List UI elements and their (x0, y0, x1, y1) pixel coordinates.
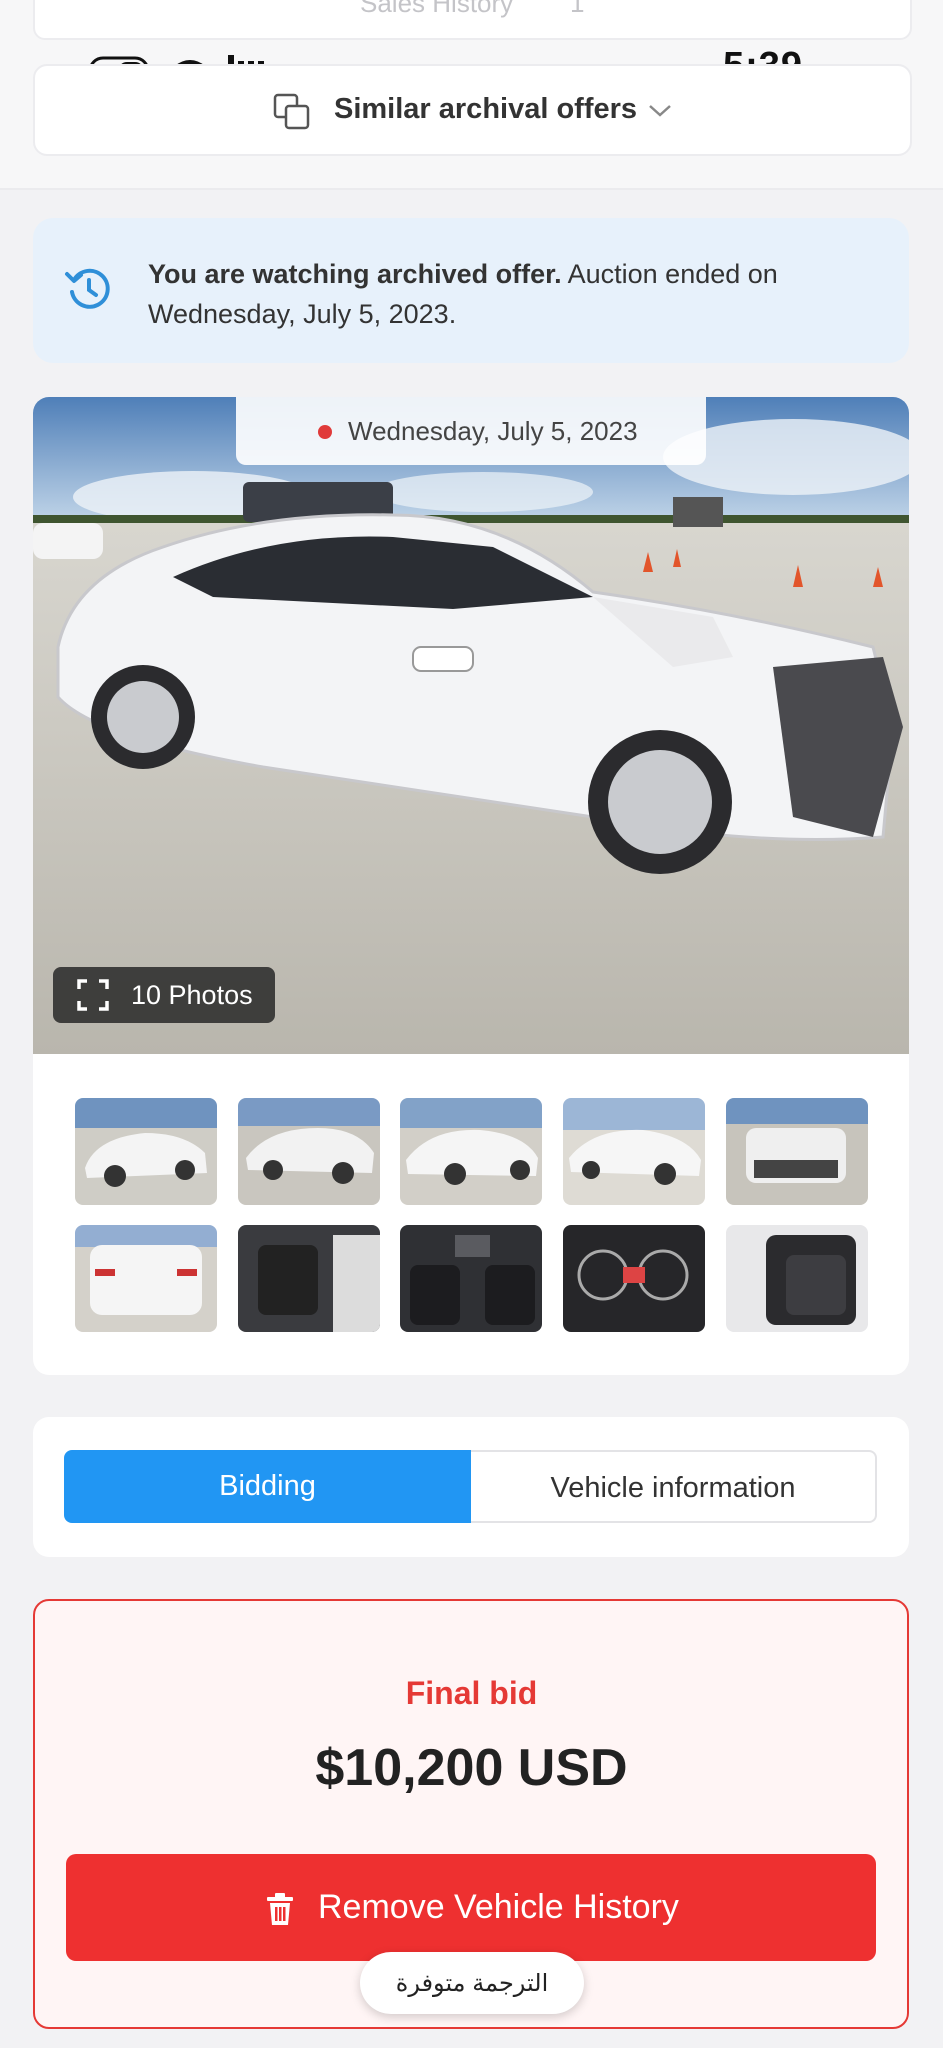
photos-count-label: 10 Photos (131, 980, 253, 1010)
sales-history-count: 1 (570, 0, 585, 18)
auction-date: Wednesday, July 5, 2023 (348, 416, 638, 446)
tab-vehicle-information[interactable]: Vehicle information (471, 1450, 877, 1523)
thumbnail[interactable] (75, 1225, 217, 1332)
final-bid-label: Final bid (405, 1675, 538, 1711)
thumbnail[interactable] (563, 1098, 705, 1205)
archived-offer-bold: You are watching archived offer. (148, 259, 562, 289)
archived-offer-text: You are watching archived offer. Auction… (148, 254, 868, 334)
tab-vehicle-information-label: Vehicle information (550, 1472, 796, 1504)
live-dot (318, 425, 332, 439)
thumbnail[interactable] (238, 1225, 380, 1332)
similar-offers-label: Similar archival offers (334, 93, 638, 125)
thumbnail[interactable] (400, 1098, 542, 1205)
copy-icon (273, 93, 310, 130)
remove-vehicle-history-label: Remove Vehicle History (318, 1888, 679, 1926)
trash-icon (267, 1893, 293, 1925)
tab-bidding[interactable]: Bidding (64, 1450, 471, 1523)
divider (0, 188, 943, 190)
main-vehicle-photo[interactable] (33, 397, 909, 1054)
thumbnail[interactable] (563, 1225, 705, 1332)
history-icon (65, 268, 110, 309)
sales-history-label: Sales History (360, 0, 514, 18)
thumbnail[interactable] (726, 1225, 868, 1332)
final-bid-amount: $10,200 USD (315, 1739, 628, 1797)
tab-bidding-label: Bidding (219, 1470, 316, 1502)
translation-available-label: الترجمة متوفرة (395, 1970, 549, 1997)
fullscreen-icon (77, 979, 109, 1011)
thumbnail[interactable] (400, 1225, 542, 1332)
chevron-down-icon (649, 105, 671, 117)
thumbnail[interactable] (75, 1098, 217, 1205)
thumbnail[interactable] (238, 1098, 380, 1205)
thumbnail[interactable] (726, 1098, 868, 1205)
